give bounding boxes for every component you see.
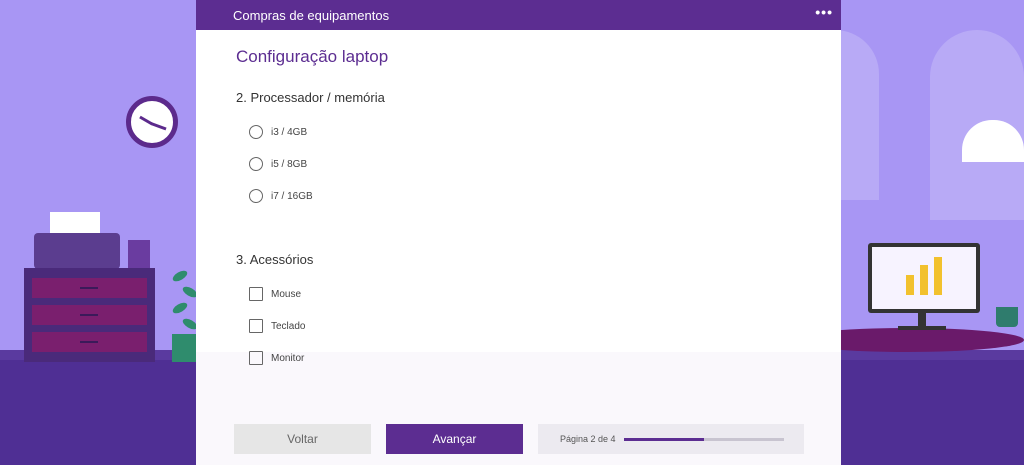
progress-text: Página 2 de 4 <box>560 434 616 444</box>
radio-button[interactable] <box>249 189 263 203</box>
printer-icon <box>34 233 120 269</box>
progress-fill <box>623 437 704 441</box>
back-button[interactable]: Voltar <box>234 424 371 454</box>
clock-hand <box>139 115 153 126</box>
form-header: Compras de equipamentos ••• <box>196 0 841 30</box>
progress-bar <box>623 437 784 441</box>
checkbox-option-teclado[interactable]: Teclado <box>236 310 801 342</box>
radio-button[interactable] <box>249 125 263 139</box>
radio-button[interactable] <box>249 157 263 171</box>
file-cabinet <box>24 268 155 362</box>
option-label: i7 / 16GB <box>271 190 313 202</box>
option-label: i3 / 4GB <box>271 126 308 138</box>
checkbox-option-mouse[interactable]: Mouse <box>236 278 801 310</box>
monitor-screen <box>872 247 976 309</box>
option-label: Mouse <box>271 288 302 300</box>
question-processor: 2. Processador / memória i3 / 4GB i5 / 8… <box>236 90 801 212</box>
page-title: Configuração laptop <box>236 47 389 66</box>
monitor-base <box>898 326 946 330</box>
progress-indicator: Página 2 de 4 <box>538 424 804 454</box>
option-label: Teclado <box>271 320 306 332</box>
more-options-button[interactable]: ••• <box>815 5 833 25</box>
plant-pot-icon <box>172 334 198 362</box>
clock-hand <box>150 122 167 131</box>
wall-clock-icon <box>126 96 178 148</box>
chart-bar <box>906 275 914 295</box>
question-title: 3. Acessórios <box>236 252 314 267</box>
radio-option-i5[interactable]: i5 / 8GB <box>236 148 801 180</box>
window <box>835 30 879 200</box>
cabinet-drawer <box>32 332 147 352</box>
form-panel: Compras de equipamentos ••• Configuração… <box>196 0 841 465</box>
monitor-illustration-icon <box>868 243 980 313</box>
radio-option-i7[interactable]: i7 / 16GB <box>236 180 801 212</box>
form-content: Configuração laptop 2. Processador / mem… <box>196 30 841 374</box>
form-title: Compras de equipamentos <box>233 7 390 23</box>
cabinet-drawer <box>32 278 147 298</box>
next-button[interactable]: Avançar <box>386 424 523 454</box>
form-footer: Voltar Avançar Página 2 de 4 <box>234 424 804 454</box>
question-accessories: 3. Acessórios Mouse Teclado Monitor <box>236 252 801 374</box>
checkbox-option-monitor[interactable]: Monitor <box>236 342 801 374</box>
option-label: i5 / 8GB <box>271 158 308 170</box>
chart-bar <box>920 265 928 295</box>
option-label: Monitor <box>271 352 305 364</box>
mug-icon <box>996 307 1018 327</box>
cabinet-drawer <box>32 305 147 325</box>
pencil-cup-icon <box>128 240 150 270</box>
chart-bar <box>934 257 942 295</box>
question-title: 2. Processador / memória <box>236 90 385 105</box>
checkbox[interactable] <box>249 351 263 365</box>
checkbox[interactable] <box>249 287 263 301</box>
checkbox[interactable] <box>249 319 263 333</box>
radio-option-i3[interactable]: i3 / 4GB <box>236 116 801 148</box>
